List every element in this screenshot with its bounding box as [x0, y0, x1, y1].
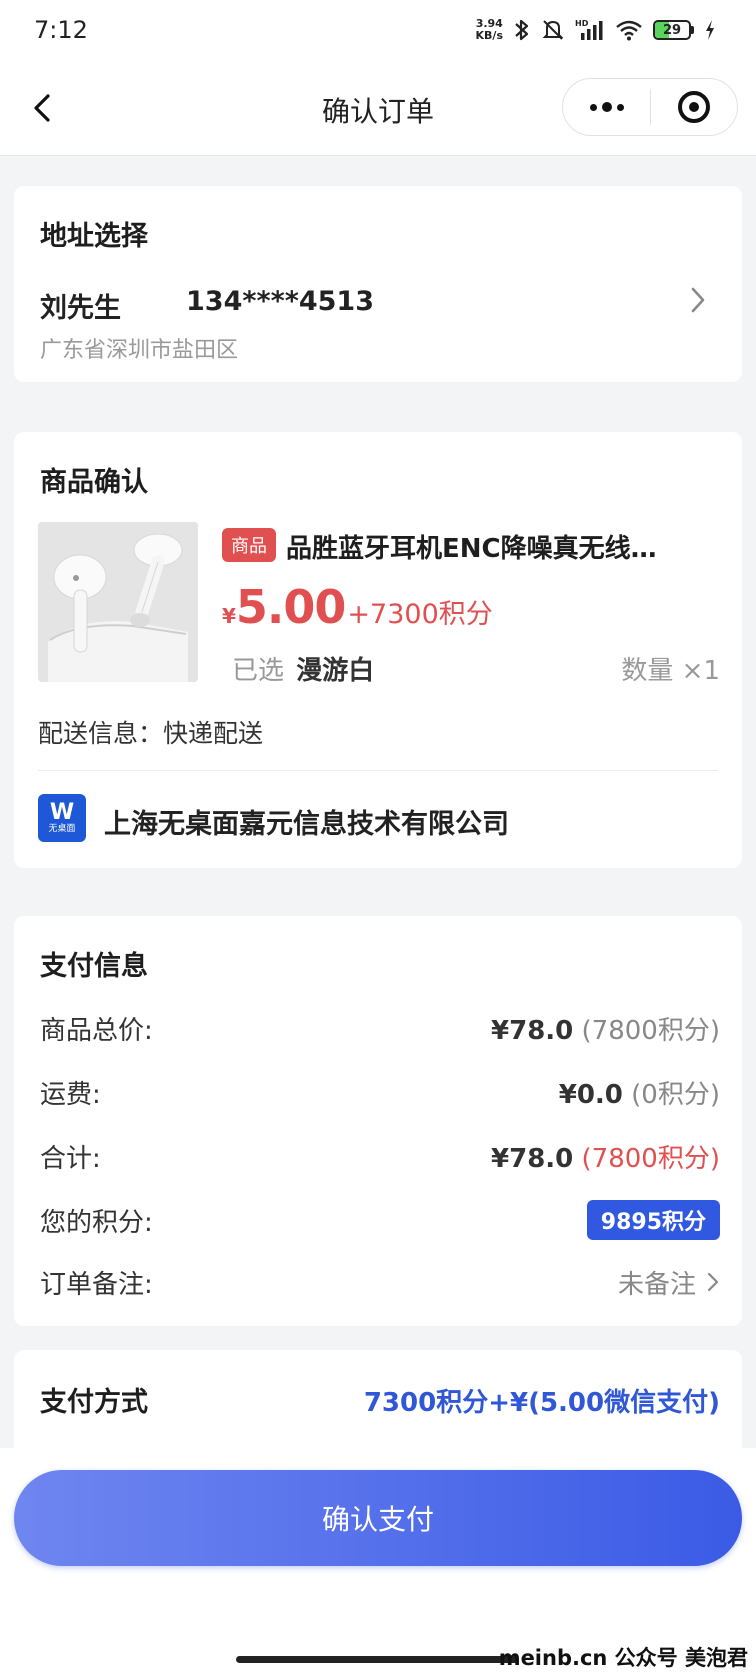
my-points-row: 您的积分: 9895积分 [40, 1200, 720, 1240]
status-time: 7:12 [34, 16, 88, 44]
subtotal-label: 商品总价: [40, 1015, 153, 1046]
product-price: ¥ 5.00 +7300积分 [222, 580, 493, 634]
mini-program-capsule [562, 78, 738, 136]
shipping-fee-value: ¥0.0 [558, 1079, 623, 1110]
more-dots-icon [589, 103, 597, 111]
total-value: ¥78.0 [491, 1143, 574, 1174]
watermark: meinb.cn 公众号 美泡君 [498, 1646, 748, 1670]
address-section-title: 地址选择 [40, 214, 156, 253]
recipient-phone: 134****4513 [186, 286, 374, 317]
recipient-address: 广东省深圳市盐田区 [40, 338, 239, 363]
product-section-title: 商品确认 [40, 460, 156, 499]
battery-icon: 29 [653, 20, 694, 40]
product-name: 品胜蓝牙耳机ENC降噪真无线… [286, 534, 657, 564]
product-tag: 商品 [222, 528, 276, 562]
more-button[interactable] [563, 79, 650, 135]
status-bar: 7:12 3.94 KB/s HD 29 [0, 0, 756, 62]
close-mini-program-button[interactable] [651, 79, 737, 135]
payment-info-card: 支付信息 商品总价: ¥78.0 (7800积分) 运费: ¥0.0 (0积分)… [14, 916, 742, 1326]
product-card: 商品确认 商品 品胜蓝牙耳机ENC降噪真无线… ¥ 5.00 +7300积分 已… [14, 432, 742, 868]
mute-bell-icon [541, 18, 565, 42]
signal-icon: HD [575, 18, 605, 42]
shipping-fee-points: (0积分) [622, 1079, 720, 1110]
total-label: 合计: [40, 1143, 101, 1174]
charging-icon [704, 19, 716, 41]
confirm-payment-button[interactable]: 确认支付 [14, 1470, 742, 1566]
shop-logo: W 无桌面 [38, 794, 86, 842]
price-amount: 5.00 [235, 580, 346, 634]
shipping-info: 配送信息：快递配送 [38, 719, 264, 748]
close-target-icon [678, 91, 710, 123]
recipient-name: 刘先生 [40, 293, 121, 324]
nav-bar: 确认订单 [0, 62, 756, 156]
price-currency: ¥ [222, 604, 236, 628]
svg-text:HD: HD [575, 19, 589, 28]
status-icons: 3.94 KB/s HD 29 [476, 18, 716, 42]
shop-name: 上海无桌面嘉元信息技术有限公司 [104, 809, 509, 840]
address-card[interactable]: 地址选择 刘先生 134****4513 广东省深圳市盐田区 [14, 186, 742, 382]
chevron-right-icon[interactable] [688, 284, 708, 320]
selected-label: 已选 [232, 656, 285, 686]
my-points-badge: 9895积分 [586, 1200, 720, 1240]
my-points-label: 您的积分: [40, 1207, 153, 1238]
product-quantity: 数量 ×1 [621, 656, 720, 686]
payment-method-section-title: 支付方式 [40, 1380, 156, 1419]
selected-variant: 已选 漫游白 [232, 650, 374, 687]
subtotal-points: (7800积分) [573, 1015, 720, 1046]
shop-logo-text: 无桌面 [48, 824, 76, 834]
chevron-right-icon [707, 1272, 719, 1292]
subtotal-value: ¥78.0 [491, 1015, 574, 1046]
divider [38, 770, 718, 771]
home-indicator[interactable] [236, 1656, 518, 1663]
earbuds-image-icon [38, 522, 198, 682]
total-points: (7800积分) [573, 1143, 720, 1174]
payment-info-section-title: 支付信息 [40, 944, 156, 983]
network-speed-unit: KB/s [475, 29, 503, 42]
subtotal-row: 商品总价: ¥78.0 (7800积分) [40, 1008, 720, 1048]
shipping-fee-label: 运费: [40, 1079, 101, 1110]
price-points: +7300积分 [347, 599, 493, 630]
network-speed: 3.94 KB/s [476, 18, 503, 42]
total-row: 合计: ¥78.0 (7800积分) [40, 1136, 720, 1176]
shipping-fee-row: 运费: ¥0.0 (0积分) [40, 1072, 720, 1112]
payment-method-value: 7300积分+¥(5.00微信支付) [363, 1388, 720, 1418]
product-image[interactable] [38, 522, 198, 682]
order-note-label: 订单备注: [40, 1269, 153, 1300]
shop-logo-mark-icon: W [49, 800, 75, 825]
selected-value: 漫游白 [296, 656, 375, 686]
order-note-row[interactable]: 订单备注: 未备注 [40, 1262, 720, 1302]
order-note-value: 未备注 [617, 1269, 696, 1300]
wifi-icon [615, 19, 643, 41]
battery-level: 29 [662, 22, 682, 38]
bluetooth-icon [513, 18, 531, 42]
